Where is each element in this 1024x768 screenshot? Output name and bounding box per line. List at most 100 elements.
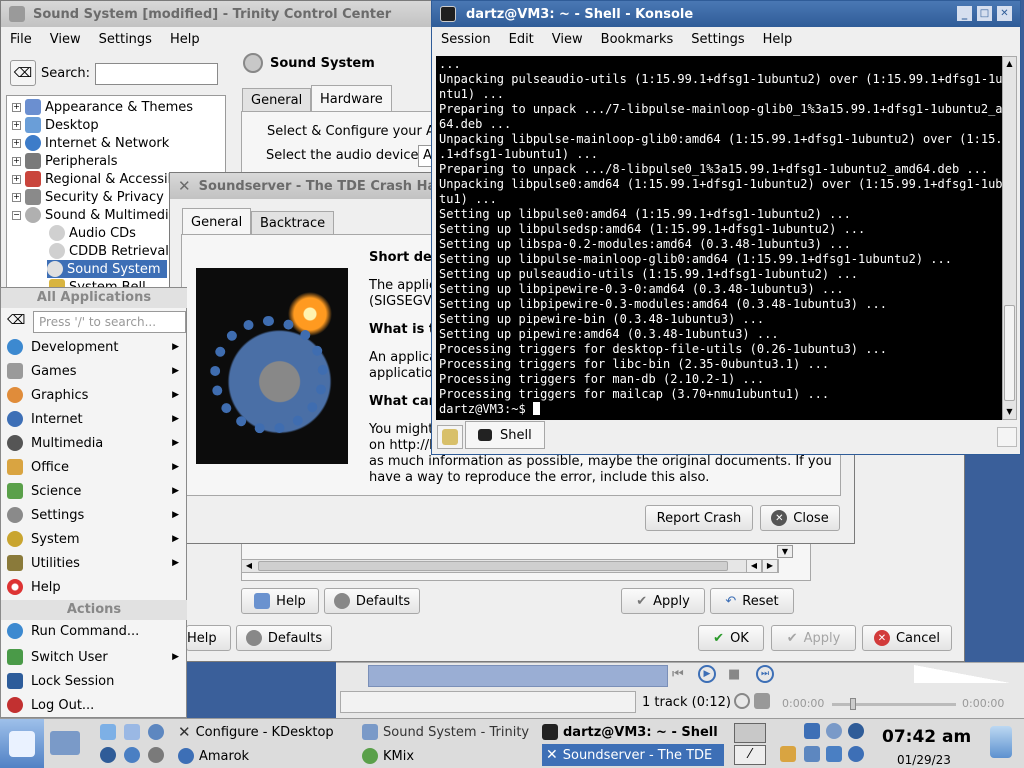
- search-input[interactable]: [95, 63, 218, 85]
- web-browser-icon[interactable]: [100, 747, 116, 763]
- k-menu-button[interactable]: [0, 719, 44, 768]
- menu-item-utilities[interactable]: Utilities ▶: [1, 551, 187, 575]
- close-icon[interactable]: ✕: [178, 177, 191, 195]
- scroll-up-arrow[interactable]: ▲: [1003, 57, 1016, 71]
- apply-button[interactable]: ✔ Apply: [771, 625, 856, 651]
- close-button[interactable]: ✕ Close: [760, 505, 840, 531]
- date[interactable]: 01/29/23: [897, 753, 951, 767]
- home-folder-icon[interactable]: [124, 724, 140, 740]
- task-konsole[interactable]: dartz@VM3: ~ - Shell -: [542, 721, 722, 743]
- terminal-scrollbar[interactable]: ▲ ▼: [1002, 56, 1017, 420]
- expand-icon[interactable]: +: [12, 156, 21, 166]
- inner-reset-button[interactable]: ↶ Reset: [710, 588, 794, 614]
- amarok-tray-icon[interactable]: [848, 746, 864, 762]
- clock[interactable]: 07:42 am: [882, 727, 971, 747]
- menu-item-games[interactable]: Games ▶: [1, 359, 187, 383]
- tree-item-cddb[interactable]: CDDB Retrieval: [49, 242, 169, 260]
- task-amarok[interactable]: Amarok: [178, 745, 356, 767]
- scroll-right-button[interactable]: ▶: [762, 559, 778, 573]
- konqueror-icon[interactable]: [100, 724, 116, 740]
- kmix-tray-icon[interactable]: [804, 746, 820, 762]
- show-desktop-icon[interactable]: [50, 731, 80, 755]
- tree-item-internet[interactable]: + Internet & Network: [12, 134, 169, 152]
- kmenu-clear-search-button[interactable]: ⌫: [7, 313, 27, 333]
- volume-icon[interactable]: [804, 723, 820, 739]
- tree-item-audio-cds[interactable]: Audio CDs: [49, 224, 136, 242]
- menu-item-system[interactable]: System ▶: [1, 527, 187, 551]
- stop-icon[interactable]: ■: [728, 667, 740, 682]
- close-session-button[interactable]: [997, 427, 1017, 447]
- expand-icon[interactable]: +: [12, 192, 21, 202]
- tree-item-sound-multimedia[interactable]: − Sound & Multimedia: [12, 206, 177, 224]
- menu-item-development[interactable]: Development ▶: [1, 335, 187, 359]
- expand-icon[interactable]: +: [12, 120, 21, 130]
- report-crash-button[interactable]: Report Crash: [645, 505, 753, 531]
- scroll-down-arrow[interactable]: ▼: [1003, 405, 1016, 419]
- scroll-thumb[interactable]: [258, 561, 728, 571]
- collapse-icon[interactable]: −: [12, 210, 21, 220]
- settings-icon[interactable]: [148, 747, 164, 763]
- menu-item-science[interactable]: Science ▶: [1, 479, 187, 503]
- menu-item-settings[interactable]: Settings ▶: [1, 503, 187, 527]
- help-button[interactable]: Help: [186, 625, 231, 651]
- prev-track-icon[interactable]: ⏮: [672, 667, 684, 682]
- tree-item-sound-system[interactable]: Sound System: [47, 260, 167, 278]
- task-kmix[interactable]: KMix: [362, 745, 538, 767]
- menu-edit[interactable]: Edit: [500, 32, 543, 47]
- dropdown-arrow-button[interactable]: ▼: [777, 545, 793, 558]
- menu-view[interactable]: View: [543, 32, 592, 47]
- task-configure-kdesktop[interactable]: ✕ Configure - KDesktop: [178, 721, 356, 743]
- scroll-left-button[interactable]: ◀: [746, 559, 762, 573]
- pager-desktop-1[interactable]: [734, 723, 766, 743]
- play-icon[interactable]: ▶: [698, 665, 716, 683]
- menu-view[interactable]: View: [41, 32, 90, 47]
- seek-slider[interactable]: [832, 698, 956, 710]
- tree-item-security[interactable]: + Security & Privacy: [12, 188, 164, 206]
- menu-help[interactable]: Help: [161, 32, 209, 47]
- seek-handle[interactable]: [850, 698, 856, 710]
- cancel-button[interactable]: ✕ Cancel: [862, 625, 952, 651]
- konsole-titlebar[interactable]: dartz@VM3: ~ - Shell - Konsole _ □ ✕: [432, 1, 1020, 27]
- menu-item-run-command[interactable]: Run Command...: [1, 619, 187, 643]
- inner-help-button[interactable]: Help: [241, 588, 319, 614]
- expand-icon[interactable]: +: [12, 138, 21, 148]
- inner-apply-button[interactable]: ✔ Apply: [621, 588, 705, 614]
- repeat-icon[interactable]: [734, 693, 750, 709]
- expand-icon[interactable]: +: [12, 102, 21, 112]
- task-soundserver-crash[interactable]: ✕ Soundserver - The TDE: [542, 744, 724, 766]
- klipper-icon[interactable]: [780, 746, 796, 762]
- tree-item-desktop[interactable]: + Desktop: [12, 116, 99, 134]
- menu-item-graphics[interactable]: Graphics ▶: [1, 383, 187, 407]
- tab-general[interactable]: General: [242, 88, 312, 112]
- menu-settings[interactable]: Settings: [90, 32, 161, 47]
- scroll-thumb[interactable]: [1004, 305, 1015, 401]
- tree-item-appearance[interactable]: + Appearance & Themes: [12, 98, 193, 116]
- clear-search-button[interactable]: ⌫: [10, 60, 36, 86]
- menu-settings[interactable]: Settings: [682, 32, 753, 47]
- menu-item-internet[interactable]: Internet ▶: [1, 407, 187, 431]
- globe-icon[interactable]: [124, 747, 140, 763]
- minimize-icon[interactable]: _: [957, 6, 972, 21]
- network-status-icon[interactable]: [848, 723, 864, 739]
- tree-item-regional[interactable]: + Regional & Accessibi: [12, 170, 179, 188]
- pager-desktop-2[interactable]: ⁄: [734, 745, 766, 765]
- random-icon[interactable]: [754, 693, 770, 709]
- network-icon[interactable]: [148, 724, 164, 740]
- menu-item-lock-session[interactable]: Lock Session: [1, 669, 187, 693]
- kmenu-search-input[interactable]: Press '/' to search...: [33, 311, 186, 333]
- tab-general[interactable]: General: [182, 208, 252, 235]
- maximize-icon[interactable]: □: [977, 6, 992, 21]
- volume-slider[interactable]: [914, 665, 1010, 683]
- menu-item-multimedia[interactable]: Multimedia ▶: [1, 431, 187, 455]
- menu-item-switch-user[interactable]: Switch User ▶: [1, 645, 187, 669]
- menu-file[interactable]: File: [1, 32, 41, 47]
- ok-button[interactable]: ✔ OK: [698, 625, 764, 651]
- tab-backtrace[interactable]: Backtrace: [251, 211, 335, 235]
- menu-bookmarks[interactable]: Bookmarks: [592, 32, 683, 47]
- menu-help[interactable]: Help: [754, 32, 802, 47]
- next-track-icon[interactable]: ⏭: [756, 665, 774, 683]
- defaults-button[interactable]: Defaults: [236, 625, 332, 651]
- update-icon[interactable]: [826, 723, 842, 739]
- display-tray-icon[interactable]: [826, 746, 842, 762]
- menu-item-log-out[interactable]: Log Out...: [1, 693, 187, 717]
